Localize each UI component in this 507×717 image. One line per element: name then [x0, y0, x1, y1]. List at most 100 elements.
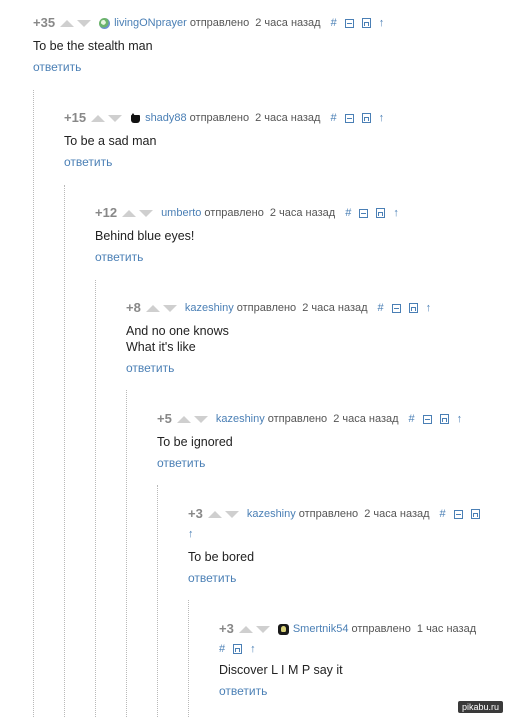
collapse-icon[interactable] — [422, 414, 432, 424]
timestamp[interactable]: 1 час назад — [417, 622, 476, 636]
permalink-icon[interactable]: # — [330, 111, 336, 125]
save-icon[interactable] — [361, 113, 371, 123]
collapse-icon[interactable] — [453, 509, 463, 519]
permalink-icon[interactable]: # — [409, 412, 415, 426]
reply-link[interactable]: ответить — [188, 571, 236, 585]
reply-link[interactable]: ответить — [157, 456, 205, 470]
comment-header: +8 kazeshiny отправлено 2 часа назад # ↑ — [126, 301, 439, 315]
reply-link[interactable]: ответить — [219, 684, 267, 698]
comment-rating: +8 — [126, 300, 141, 315]
save-icon[interactable] — [408, 303, 418, 313]
site-watermark: pikabu.ru — [457, 701, 503, 713]
comment-header: +3 Smertnik54 отправлено 1 час назад — [219, 622, 486, 636]
timestamp[interactable]: 2 часа назад — [333, 412, 398, 426]
comment-header-overflow: # ↑ — [219, 642, 486, 656]
comment-rating: +12 — [95, 205, 118, 220]
avatar[interactable] — [130, 112, 141, 124]
reply-link[interactable]: ответить — [64, 155, 112, 169]
avatar[interactable] — [99, 17, 111, 29]
thread-line — [95, 280, 96, 717]
save-icon[interactable] — [233, 644, 243, 654]
comment: +5 kazeshiny отправлено 2 часа назад # ↑… — [157, 412, 470, 472]
permalink-icon[interactable]: # — [219, 642, 225, 656]
parent-arrow-icon[interactable]: ↑ — [457, 412, 463, 426]
reply-link[interactable]: ответить — [33, 60, 81, 74]
parent-arrow-icon[interactable]: ↑ — [426, 301, 432, 315]
username-link[interactable]: Smertnik54 — [293, 622, 349, 636]
comment-text: To be a sad man — [64, 134, 157, 148]
comment-text: Discover L I M P say it — [219, 663, 343, 677]
vote-up-icon[interactable] — [91, 114, 106, 122]
collapse-icon[interactable] — [359, 208, 369, 218]
parent-arrow-icon[interactable]: ↑ — [250, 642, 256, 656]
parent-arrow-icon[interactable]: ↑ — [188, 527, 194, 541]
parent-arrow-icon[interactable]: ↑ — [379, 16, 385, 30]
collapse-icon[interactable] — [391, 303, 401, 313]
comment: +3 kazeshiny отправлено 2 часа назад # ↑… — [188, 507, 488, 587]
comment: +3 Smertnik54 отправлено 1 час назад # ↑… — [219, 622, 486, 700]
comment-rating: +35 — [33, 15, 56, 30]
parent-arrow-icon[interactable]: ↑ — [379, 111, 385, 125]
vote-up-icon[interactable] — [145, 304, 160, 312]
avatar[interactable] — [277, 623, 289, 635]
parent-arrow-icon[interactable]: ↑ — [393, 206, 399, 220]
vote-down-icon[interactable] — [193, 415, 208, 423]
comment: +15 shady88 отправлено 2 часа назад # ↑ … — [64, 111, 392, 171]
comment-text: To be the stealth man — [33, 39, 153, 53]
collapse-icon[interactable] — [344, 18, 354, 28]
username-link[interactable]: kazeshiny — [216, 412, 265, 426]
comment: +8 kazeshiny отправлено 2 часа назад # ↑… — [126, 301, 439, 377]
comment-rating: +3 — [219, 621, 234, 636]
save-icon[interactable] — [470, 509, 480, 519]
sent-label: отправлено — [267, 413, 328, 425]
comment-rating: +15 — [64, 110, 87, 125]
comment-header: +5 kazeshiny отправлено 2 часа назад # ↑ — [157, 412, 470, 426]
comment-rating: +5 — [157, 411, 172, 426]
comment-text: Behind blue eyes! — [95, 229, 195, 243]
thread-line — [64, 185, 65, 717]
vote-up-icon[interactable] — [238, 625, 253, 633]
permalink-icon[interactable]: # — [440, 507, 446, 521]
thread-line — [126, 390, 127, 717]
vote-down-icon[interactable] — [77, 19, 92, 27]
vote-down-icon[interactable] — [139, 209, 154, 217]
timestamp[interactable]: 2 часа назад — [255, 111, 320, 125]
comment-text: And no one knows What it's like — [126, 324, 229, 354]
comment-header: +35 livingONprayer отправлено 2 часа наз… — [33, 16, 392, 30]
comment-header: +15 shady88 отправлено 2 часа назад # ↑ — [64, 111, 392, 125]
timestamp[interactable]: 2 часа назад — [302, 301, 367, 315]
permalink-icon[interactable]: # — [345, 206, 351, 220]
username-link[interactable]: shady88 — [145, 111, 187, 125]
sent-label: отправлено — [351, 623, 411, 635]
vote-up-icon[interactable] — [176, 415, 191, 423]
permalink-icon[interactable]: # — [378, 301, 384, 315]
permalink-icon[interactable]: # — [331, 16, 337, 30]
vote-down-icon[interactable] — [108, 114, 123, 122]
timestamp[interactable]: 2 часа назад — [255, 16, 320, 30]
comment: +12 umberto отправлено 2 часа назад # ↑ … — [95, 206, 407, 266]
vote-up-icon[interactable] — [122, 209, 137, 217]
reply-link[interactable]: ответить — [126, 361, 174, 375]
username-link[interactable]: umberto — [161, 206, 201, 220]
thread-line — [188, 600, 189, 717]
timestamp[interactable]: 2 часа назад — [270, 206, 335, 220]
comment: +35 livingONprayer отправлено 2 часа наз… — [33, 16, 392, 76]
vote-up-icon[interactable] — [60, 19, 75, 27]
save-icon[interactable] — [439, 414, 449, 424]
sent-label: отправлено — [189, 17, 250, 29]
vote-down-icon[interactable] — [224, 510, 239, 518]
save-icon[interactable] — [361, 18, 371, 28]
sent-label: отправлено — [298, 508, 359, 520]
comment-text: To be bored — [188, 550, 255, 564]
timestamp[interactable]: 2 часа назад — [364, 507, 429, 521]
vote-down-icon[interactable] — [255, 625, 270, 633]
username-link[interactable]: kazeshiny — [185, 301, 234, 315]
save-icon[interactable] — [376, 208, 386, 218]
vote-down-icon[interactable] — [162, 304, 177, 312]
reply-link[interactable]: ответить — [95, 250, 143, 264]
username-link[interactable]: kazeshiny — [247, 507, 296, 521]
collapse-icon[interactable] — [344, 113, 354, 123]
username-link[interactable]: livingONprayer — [114, 16, 187, 30]
vote-up-icon[interactable] — [207, 510, 222, 518]
comment-header-overflow: ↑ — [188, 527, 488, 541]
